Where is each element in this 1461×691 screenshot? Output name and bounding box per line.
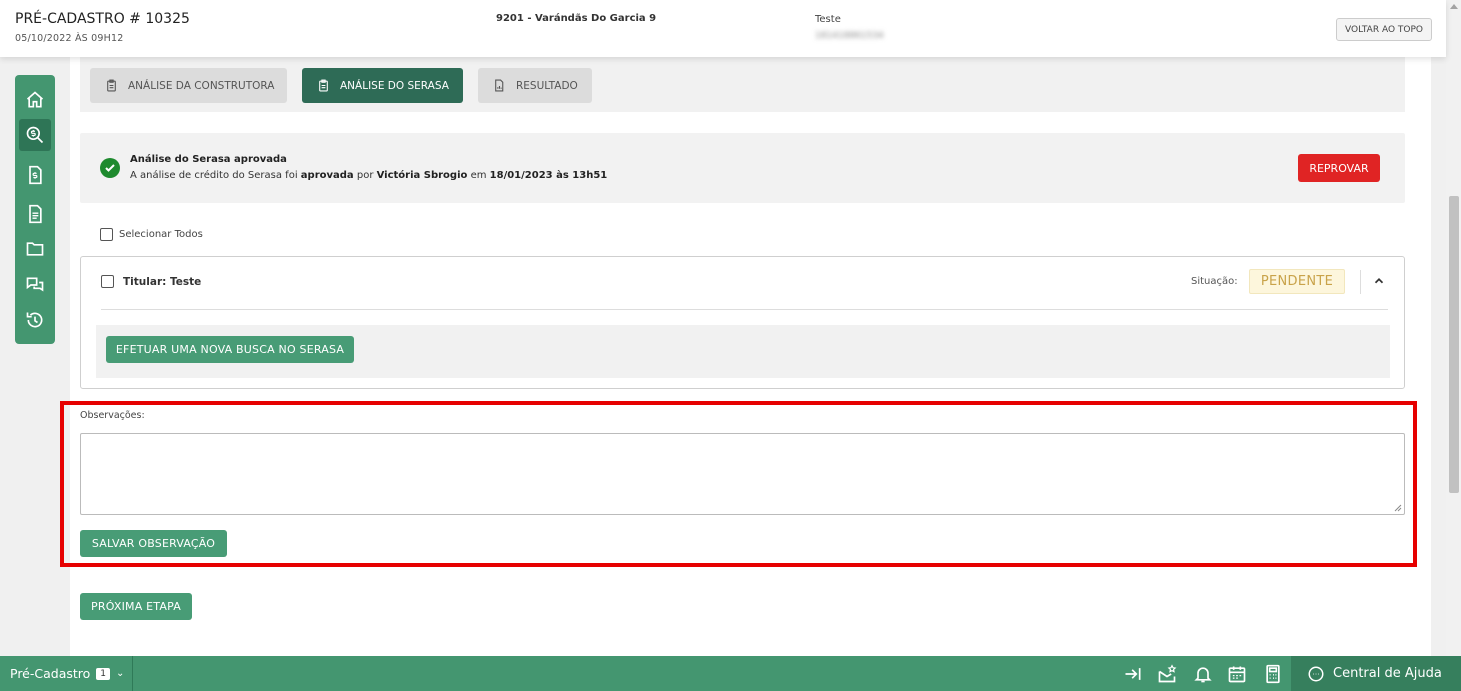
nav-home[interactable]	[19, 84, 51, 116]
reject-button[interactable]: REPROVAR	[1298, 154, 1380, 182]
status-badge: PENDENTE	[1249, 269, 1345, 294]
footer-tab-label: Pré-Cadastro	[10, 666, 91, 681]
select-all-checkbox[interactable]	[100, 228, 113, 241]
page-scrollbar[interactable]	[1446, 0, 1461, 656]
footer-tab-count: 1	[96, 667, 111, 680]
client-name: Teste	[815, 14, 841, 25]
new-serasa-search-button[interactable]: EFETUAR UMA NOVA BUSCA NO SERASA	[106, 336, 354, 363]
nav-chat[interactable]	[19, 269, 51, 301]
holder-checkbox[interactable]	[101, 275, 114, 288]
tab-result[interactable]: RESULTADO	[478, 68, 592, 103]
serasa-search-panel: EFETUAR UMA NOVA BUSCA NO SERASA	[96, 325, 1390, 378]
nav-history[interactable]	[19, 304, 51, 336]
highlight-box	[60, 401, 1417, 567]
chevron-down-icon[interactable]: ⌄	[116, 668, 124, 679]
holder-header: Titular: Teste	[101, 275, 201, 288]
invoice-icon	[29, 165, 42, 185]
created-datetime: 05/10/2022 ÀS 09H12	[15, 33, 124, 44]
holder-card: Titular: Teste Situação: PENDENTE EFETUA…	[80, 256, 1405, 389]
side-navigation	[15, 75, 55, 344]
mail-star-icon[interactable]	[1157, 664, 1177, 684]
nav-documents[interactable]	[19, 198, 51, 230]
headset-icon	[1308, 666, 1324, 681]
history-icon	[26, 312, 43, 328]
nav-folder[interactable]	[19, 233, 51, 265]
project-name: 9201 - Varándãs Do Garcia 9	[496, 13, 657, 24]
bottom-bar: Pré-Cadastro 1 ⌄ Central de Ajuda	[0, 656, 1461, 691]
divider	[101, 309, 1388, 310]
nav-invoice[interactable]	[19, 159, 51, 191]
select-all[interactable]: Selecionar Todos	[100, 228, 203, 241]
document-icon	[29, 204, 42, 224]
clipboard-icon	[107, 79, 116, 92]
tab-label: ANÁLISE DA CONSTRUTORA	[128, 79, 275, 92]
holder-label: Titular: Teste	[123, 275, 202, 288]
footer-tab-pre-registration[interactable]: Pré-Cadastro 1 ⌄	[0, 656, 133, 691]
client-document: 181418861534	[815, 31, 884, 41]
folder-icon	[26, 242, 44, 256]
clipboard-icon	[319, 79, 328, 92]
search-money-icon	[26, 126, 44, 144]
calendar-icon[interactable]	[1227, 664, 1247, 684]
help-center-button[interactable]: Central de Ajuda	[1291, 656, 1461, 691]
bell-icon[interactable]	[1193, 664, 1213, 684]
collapse-right-icon[interactable]	[1123, 664, 1143, 684]
nav-credit-analysis[interactable]	[19, 119, 51, 151]
back-to-top-button[interactable]: VOLTAR AO TOPO	[1336, 18, 1432, 41]
tab-label: ANÁLISE DO SERASA	[340, 79, 449, 92]
help-center-label: Central de Ajuda	[1333, 666, 1442, 681]
situation-label: Situação:	[1191, 276, 1238, 287]
page-title: PRÉ-CADASTRO # 10325	[15, 11, 190, 27]
alert-message: A análise de crédito do Serasa foi aprov…	[130, 170, 608, 181]
home-icon	[26, 91, 44, 108]
scroll-thumb[interactable]	[1449, 196, 1459, 493]
approval-alert: Análise do Serasa aprovada A análise de …	[80, 133, 1405, 203]
select-all-label: Selecionar Todos	[119, 229, 203, 240]
chat-icon	[26, 277, 44, 292]
next-step-button[interactable]: PRÓXIMA ETAPA	[80, 593, 192, 620]
chevron-up-icon[interactable]	[1372, 274, 1386, 288]
analysis-tabs: ANÁLISE DA CONSTRUTORA ANÁLISE DO SERASA…	[80, 57, 1405, 112]
divider	[1360, 270, 1361, 294]
calculator-icon[interactable]	[1263, 664, 1283, 684]
top-header: PRÉ-CADASTRO # 10325 05/10/2022 ÀS 09H12…	[0, 0, 1446, 57]
tab-builder-analysis[interactable]: ANÁLISE DA CONSTRUTORA	[90, 68, 287, 103]
check-circle-icon	[100, 158, 120, 178]
tab-label: RESULTADO	[516, 79, 578, 92]
document-chart-icon	[495, 79, 504, 92]
alert-title: Análise do Serasa aprovada	[130, 154, 287, 165]
scroll-up-arrow-icon[interactable]	[1450, 4, 1458, 9]
tab-serasa-analysis[interactable]: ANÁLISE DO SERASA	[302, 68, 463, 103]
